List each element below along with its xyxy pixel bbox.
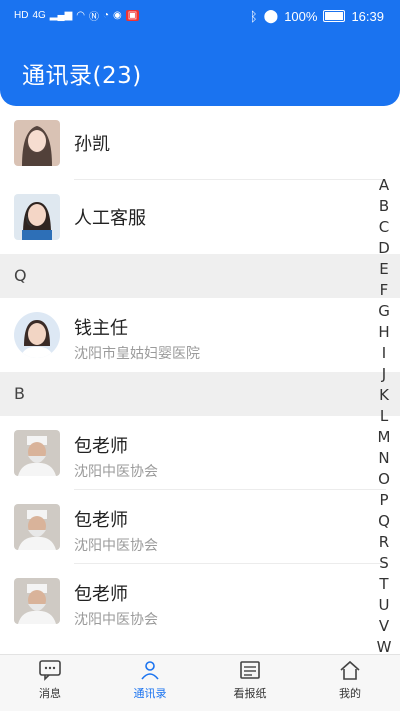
avatar: [14, 312, 60, 358]
section-letter: B: [14, 384, 25, 403]
index-letter-u[interactable]: U: [379, 595, 390, 616]
index-letter-e[interactable]: E: [379, 259, 388, 280]
index-letter-r[interactable]: R: [379, 532, 389, 553]
tab-messages[interactable]: 消息: [0, 659, 100, 701]
avatar: [14, 504, 60, 550]
app-header: 通讯录(23): [0, 32, 400, 106]
nfc-icon: Ⓝ: [89, 12, 99, 23]
avatar: [14, 430, 60, 476]
section-letter: Q: [14, 266, 27, 285]
contact-name: 包老师: [74, 510, 128, 531]
chat-icon: [39, 660, 61, 681]
index-letter-m[interactable]: M: [378, 427, 391, 448]
hd-icon: HD: [14, 10, 29, 21]
index-letter-a[interactable]: A: [379, 175, 389, 196]
index-letter-j[interactable]: J: [382, 364, 386, 385]
contact-name: 包老师: [74, 584, 128, 605]
index-letter-q[interactable]: Q: [378, 511, 390, 532]
app-notification-icon: ▣: [125, 10, 140, 21]
clock: 16:39: [351, 8, 384, 24]
contact-name: 钱主任: [74, 318, 128, 339]
page-title: 通讯录(23): [22, 63, 142, 89]
index-letter-c[interactable]: C: [379, 217, 389, 238]
tab-label: 我的: [339, 687, 361, 700]
avatar: [14, 120, 60, 166]
network-4g-icon: 4G: [32, 10, 46, 21]
tab-contacts[interactable]: 通讯录: [100, 659, 200, 701]
contact-row[interactable]: 包老师 沈阳中医协会: [0, 490, 400, 564]
index-letter-l[interactable]: L: [380, 406, 388, 427]
status-icons-left: HD 4G ▂▄▆ ◠ Ⓝ ◔ ◉ ▣: [14, 8, 140, 23]
alphabet-index[interactable]: A B C D E F G H I J K L M N O P Q R S T …: [374, 175, 394, 658]
vpn-icon: ◉: [113, 10, 122, 21]
bluetooth-icon: ᛒ: [249, 8, 258, 24]
section-header-q: Q: [0, 254, 400, 298]
index-letter-v[interactable]: V: [379, 616, 389, 637]
status-icons-right: ᛒ ⬤ 100% 16:39: [250, 8, 384, 24]
signal-icon: ▂▄▆: [49, 10, 73, 21]
tab-newspaper[interactable]: 看报纸: [200, 659, 300, 701]
tab-label: 消息: [39, 687, 61, 700]
index-letter-p[interactable]: P: [379, 490, 388, 511]
index-letter-g[interactable]: G: [378, 301, 390, 322]
index-letter-i[interactable]: I: [382, 343, 386, 364]
contact-organization: 沈阳中医协会: [74, 464, 158, 480]
index-letter-h[interactable]: H: [378, 322, 389, 343]
wifi-icon: ◠: [76, 10, 85, 21]
index-letter-o[interactable]: O: [378, 469, 390, 490]
home-icon: [340, 660, 360, 680]
contact-organization: 沈阳市皇姑妇婴医院: [74, 346, 200, 362]
battery-icon: [323, 10, 346, 22]
contact-row[interactable]: 包老师 沈阳中医协会: [0, 564, 400, 638]
alarm-icon: ◔: [103, 10, 110, 21]
tab-label: 看报纸: [233, 687, 267, 700]
index-letter-b[interactable]: B: [379, 196, 389, 217]
tab-label: 通讯录: [133, 687, 167, 700]
index-letter-n[interactable]: N: [378, 448, 389, 469]
contact-row[interactable]: 人工客服: [0, 180, 400, 254]
section-header-b: B: [0, 372, 400, 416]
index-letter-d[interactable]: D: [378, 238, 390, 259]
battery-percent: 100%: [284, 8, 318, 24]
contact-name: 包老师: [74, 436, 128, 457]
bottom-tab-bar: 消息 通讯录 看报纸 我的: [0, 654, 400, 711]
avatar: [14, 578, 60, 624]
index-letter-f[interactable]: F: [380, 280, 389, 301]
contact-row[interactable]: 包老师 沈阳中医协会: [0, 416, 400, 490]
contact-organization: 沈阳中医协会: [74, 612, 158, 628]
index-letter-t[interactable]: T: [379, 574, 388, 595]
tab-profile[interactable]: 我的: [300, 659, 400, 701]
location-icon: ⬤: [263, 8, 279, 23]
status-bar: HD 4G ▂▄▆ ◠ Ⓝ ◔ ◉ ▣ ᛒ ⬤ 100% 16:39: [0, 0, 400, 32]
contact-list[interactable]: 孙凯 人工客服 Q 钱主任 沈阳市皇姑妇婴医院 B 包老师 沈阳中医协会 包老师…: [0, 106, 400, 638]
contact-organization: 沈阳中医协会: [74, 538, 158, 554]
contact-name: 孙凯: [74, 134, 110, 155]
newspaper-icon: [240, 661, 260, 679]
avatar: [14, 194, 60, 240]
contact-name: 人工客服: [74, 208, 146, 229]
contact-row[interactable]: 钱主任 沈阳市皇姑妇婴医院: [0, 298, 400, 372]
index-letter-k[interactable]: K: [379, 385, 389, 406]
contact-row[interactable]: 孙凯: [0, 106, 400, 180]
index-letter-s[interactable]: S: [379, 553, 389, 574]
contacts-icon: [141, 661, 159, 680]
